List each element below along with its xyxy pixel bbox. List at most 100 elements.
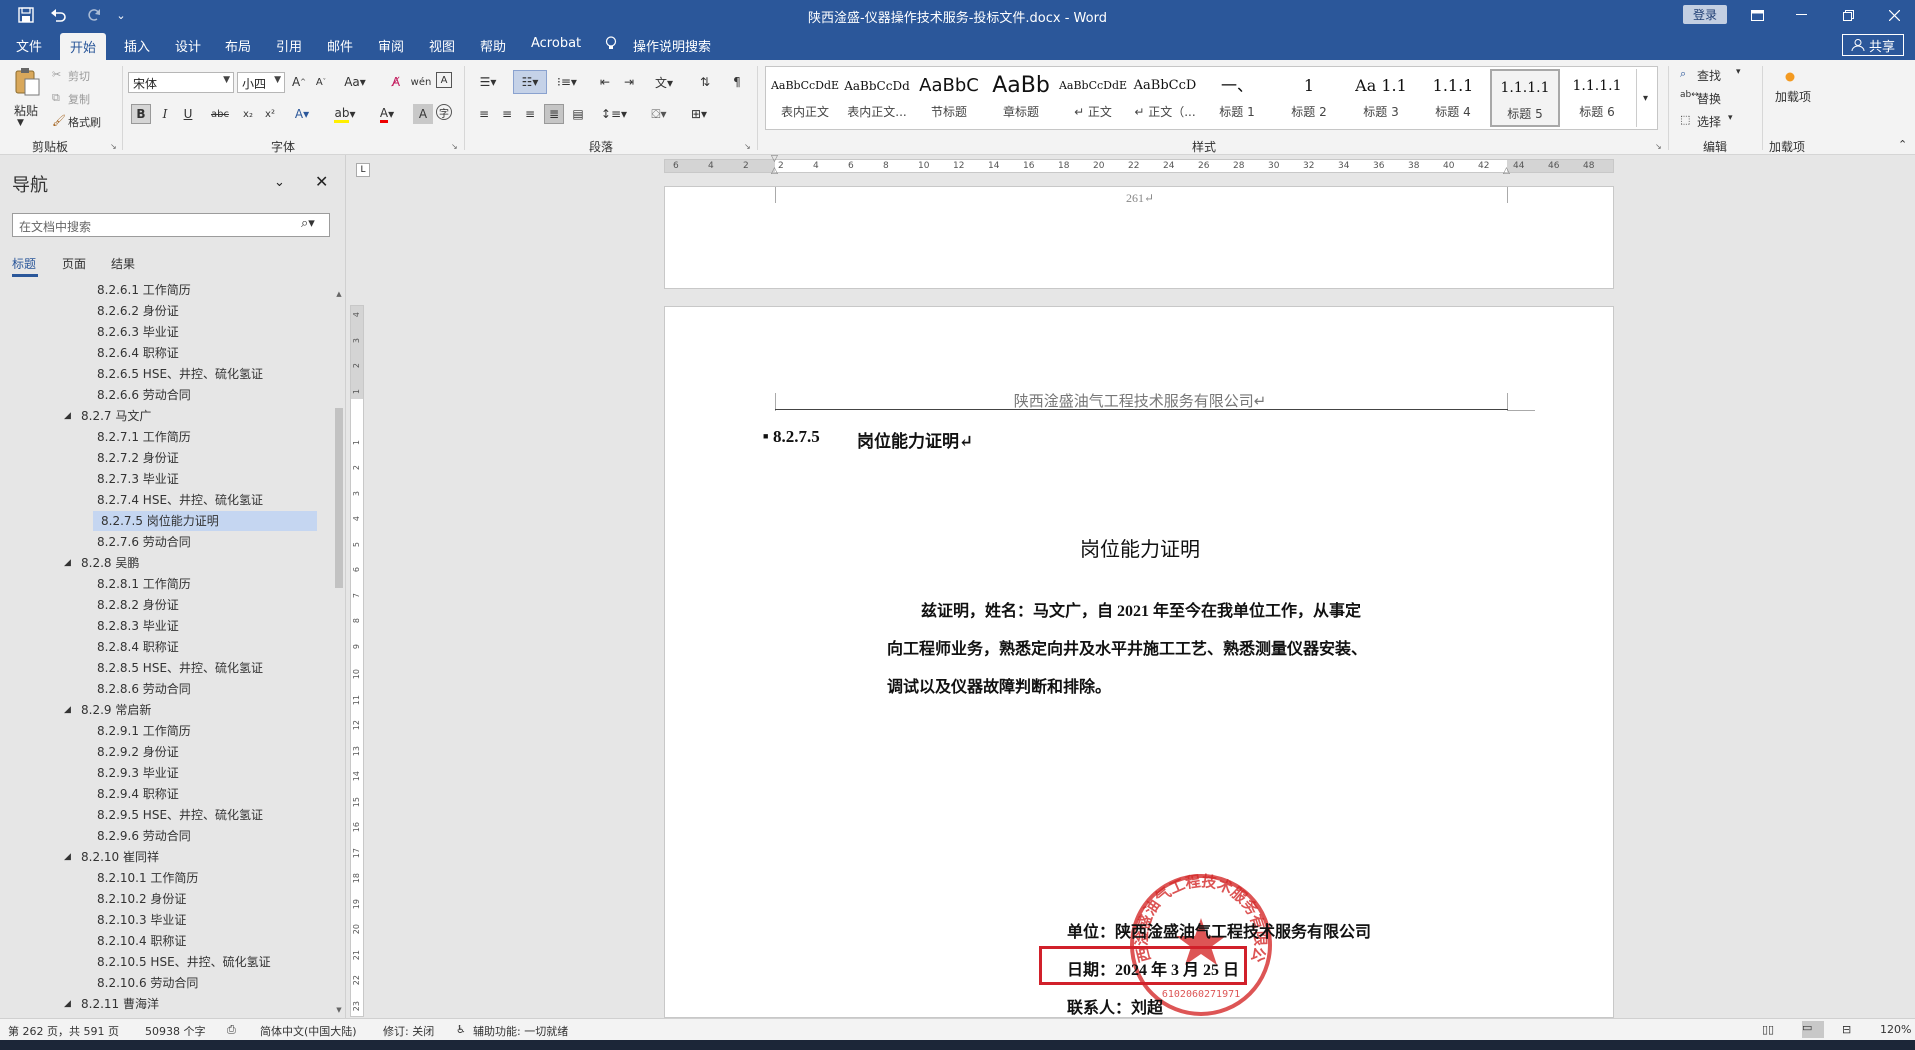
- nav-scrollbar[interactable]: ▲ ▼: [335, 290, 343, 1014]
- borders-icon[interactable]: ⊞▾: [685, 104, 713, 124]
- nav-heading-item[interactable]: 8.2.9.4 职称证: [0, 784, 320, 804]
- font-color-icon[interactable]: A ▾: [373, 104, 401, 124]
- nav-heading-item[interactable]: 8.2.10.5 HSE、井控、硫化氢证: [0, 952, 320, 972]
- tab-design[interactable]: 设计: [173, 36, 203, 55]
- clear-formatting-icon[interactable]: A̸: [386, 72, 406, 92]
- replace-icon[interactable]: ab↔: [1680, 90, 1699, 100]
- paste-dropdown-icon[interactable]: ▼: [17, 118, 24, 128]
- track-changes-status[interactable]: 修订: 关闭: [383, 1023, 434, 1039]
- nav-heading-item[interactable]: 8.2.7.4 HSE、井控、硫化氢证: [0, 490, 320, 510]
- nav-heading-item[interactable]: 8.2.6.1 工作简历: [0, 282, 320, 300]
- cut-label[interactable]: 剪切: [68, 68, 90, 84]
- nav-heading-item[interactable]: ◢ 8.2.11 曹海洋: [0, 994, 320, 1014]
- grow-font-icon[interactable]: A ^: [289, 72, 309, 92]
- nav-heading-item[interactable]: 8.2.9.3 毕业证: [0, 763, 320, 783]
- tab-help[interactable]: 帮助: [478, 36, 508, 55]
- nav-heading-item[interactable]: 8.2.8.6 劳动合同: [0, 679, 320, 699]
- nav-heading-item[interactable]: 8.2.10.4 职称证: [0, 931, 320, 951]
- restore-icon[interactable]: [1836, 4, 1860, 26]
- styles-gallery[interactable]: AaBbCcDdE 表内正文 AaBbCcDd 表内正文... AaBbC 节标题 A…: [765, 66, 1658, 130]
- web-layout-icon[interactable]: ⊟: [1842, 1023, 1851, 1036]
- tell-me-search[interactable]: 操作说明搜索: [631, 36, 713, 55]
- style-item[interactable]: AaBbC 节标题: [914, 69, 984, 127]
- superscript-icon[interactable]: x²: [260, 104, 280, 124]
- addins-button-label[interactable]: 加载项: [1775, 90, 1811, 105]
- tab-mailings[interactable]: 邮件: [325, 36, 355, 55]
- tab-acrobat[interactable]: Acrobat: [529, 36, 583, 51]
- decrease-indent-icon[interactable]: ⇤: [595, 72, 615, 92]
- highlight-color-icon[interactable]: ab ▾: [331, 104, 359, 124]
- collapse-ribbon-icon[interactable]: ⌃: [1898, 138, 1907, 151]
- proofing-icon[interactable]: ⎙: [227, 1023, 236, 1037]
- previous-page[interactable]: 261↵: [664, 186, 1614, 289]
- vertical-ruler[interactable]: 4 3 2 1 1 2 3 4 5 6 7 8 9 10 11 12 13 14 15 16 17 18 19 20 21 22 2…: [350, 305, 364, 1017]
- nav-close-icon[interactable]: ✕: [315, 172, 328, 191]
- paste-label[interactable]: 粘贴: [14, 102, 38, 119]
- right-indent-marker-icon[interactable]: △: [1503, 166, 1510, 176]
- accessibility-status[interactable]: 辅助功能: 一切就绪: [473, 1023, 568, 1039]
- nav-heading-item[interactable]: 8.2.10.2 身份证: [0, 889, 320, 909]
- nav-options-chevron-icon[interactable]: ⌄: [274, 175, 285, 190]
- strikethrough-icon[interactable]: abc: [210, 104, 230, 124]
- horizontal-ruler[interactable]: 6 4 2 2 4 6 8 10 12 14 16 18 20 22 24 26 28 30 32 34 36 38 40 4…: [664, 154, 1614, 176]
- nav-heading-item[interactable]: ◢ 8.2.10 崔同祥: [0, 847, 320, 867]
- multilevel-list-icon[interactable]: ⁝≡▾: [553, 72, 581, 92]
- tab-home[interactable]: 开始: [60, 33, 107, 60]
- nav-heading-item[interactable]: 8.2.6.4 职称证: [0, 343, 320, 363]
- phonetic-guide-icon[interactable]: wén: [411, 72, 432, 92]
- nav-heading-item[interactable]: ◢ 8.2.7 马文广: [0, 406, 320, 426]
- style-item[interactable]: AaBbCcDdE 表内正文: [770, 69, 840, 127]
- nav-tab-pages[interactable]: 页面: [62, 255, 86, 272]
- nav-heading-item[interactable]: 8.2.6.2 身份证: [0, 301, 320, 321]
- replace-label[interactable]: 替换: [1697, 90, 1721, 107]
- font-size-combo[interactable]: 小四 ▼: [237, 72, 285, 93]
- nav-heading-item[interactable]: 8.2.10.6 劳动合同: [0, 973, 320, 993]
- nav-heading-item[interactable]: 8.2.7.6 劳动合同: [0, 532, 320, 552]
- find-icon[interactable]: ⌕: [1680, 67, 1686, 81]
- language[interactable]: 简体中文(中国大陆): [260, 1023, 357, 1039]
- zoom-level[interactable]: 120%: [1880, 1023, 1911, 1036]
- nav-heading-item[interactable]: ◢ 8.2.9 常启新: [0, 700, 320, 720]
- accessibility-icon[interactable]: ♿: [456, 1023, 466, 1036]
- nav-heading-item[interactable]: 8.2.10.1 工作简历: [0, 868, 320, 888]
- underline-icon[interactable]: U: [178, 104, 198, 124]
- nav-heading-item[interactable]: 8.2.9.2 身份证: [0, 742, 320, 762]
- read-mode-icon[interactable]: ▯▯: [1762, 1023, 1774, 1036]
- nav-heading-item[interactable]: 8.2.7.2 身份证: [0, 448, 320, 468]
- tab-references[interactable]: 引用: [274, 36, 304, 55]
- nav-heading-item[interactable]: 8.2.9.1 工作简历: [0, 721, 320, 741]
- align-right-icon[interactable]: ≡: [520, 104, 540, 124]
- distributed-icon[interactable]: ▤: [568, 104, 588, 124]
- nav-heading-item[interactable]: 8.2.9.6 劳动合同: [0, 826, 320, 846]
- nav-heading-item[interactable]: 8.2.9.5 HSE、井控、硫化氢证: [0, 805, 320, 825]
- tab-layout[interactable]: 布局: [223, 36, 253, 55]
- style-item[interactable]: AaBbCcD ↵ 正文（...: [1130, 69, 1200, 127]
- print-layout-icon[interactable]: ▭: [1802, 1021, 1824, 1038]
- select-dropdown-icon[interactable]: ▾: [1728, 113, 1733, 123]
- minimize-icon[interactable]: [1789, 4, 1813, 26]
- nav-search-input[interactable]: 在文档中搜索: [12, 213, 330, 237]
- nav-tab-results[interactable]: 结果: [111, 255, 135, 272]
- justify-icon[interactable]: ≣: [544, 104, 564, 124]
- format-painter-label[interactable]: 格式刷: [68, 114, 101, 130]
- clipboard-launcher-icon[interactable]: ↘: [110, 142, 117, 151]
- tab-file[interactable]: 文件: [14, 36, 44, 55]
- paragraph-launcher-icon[interactable]: ↘: [744, 142, 751, 151]
- chinese-layout-icon[interactable]: 文▾: [650, 72, 678, 92]
- numbering-icon[interactable]: ☷▾: [513, 70, 547, 94]
- change-case-icon[interactable]: Aa▾: [341, 72, 369, 92]
- nav-heading-item[interactable]: 8.2.10.3 毕业证: [0, 910, 320, 930]
- increase-indent-icon[interactable]: ⇥: [619, 72, 639, 92]
- hanging-indent-marker-icon[interactable]: △: [771, 166, 778, 176]
- align-center-icon[interactable]: ≡: [497, 104, 517, 124]
- login-button[interactable]: 登录: [1683, 5, 1727, 24]
- enclose-characters-icon[interactable]: 字: [436, 104, 452, 120]
- addins-icon[interactable]: [1779, 66, 1801, 88]
- style-item[interactable]: 一、 标题 1: [1202, 69, 1272, 127]
- style-item[interactable]: 1 标题 2: [1274, 69, 1344, 127]
- sort-icon[interactable]: ⇅: [695, 72, 715, 92]
- cut-icon[interactable]: ✂: [52, 68, 61, 81]
- subscript-icon[interactable]: x₂: [238, 104, 258, 124]
- bullets-icon[interactable]: ☰▾: [474, 72, 502, 92]
- current-page[interactable]: 陕西淦盛油气工程技术服务有限公司↵ ■ 8.2.7.5 岗位能力证明↵ 岗位能力…: [664, 306, 1614, 1018]
